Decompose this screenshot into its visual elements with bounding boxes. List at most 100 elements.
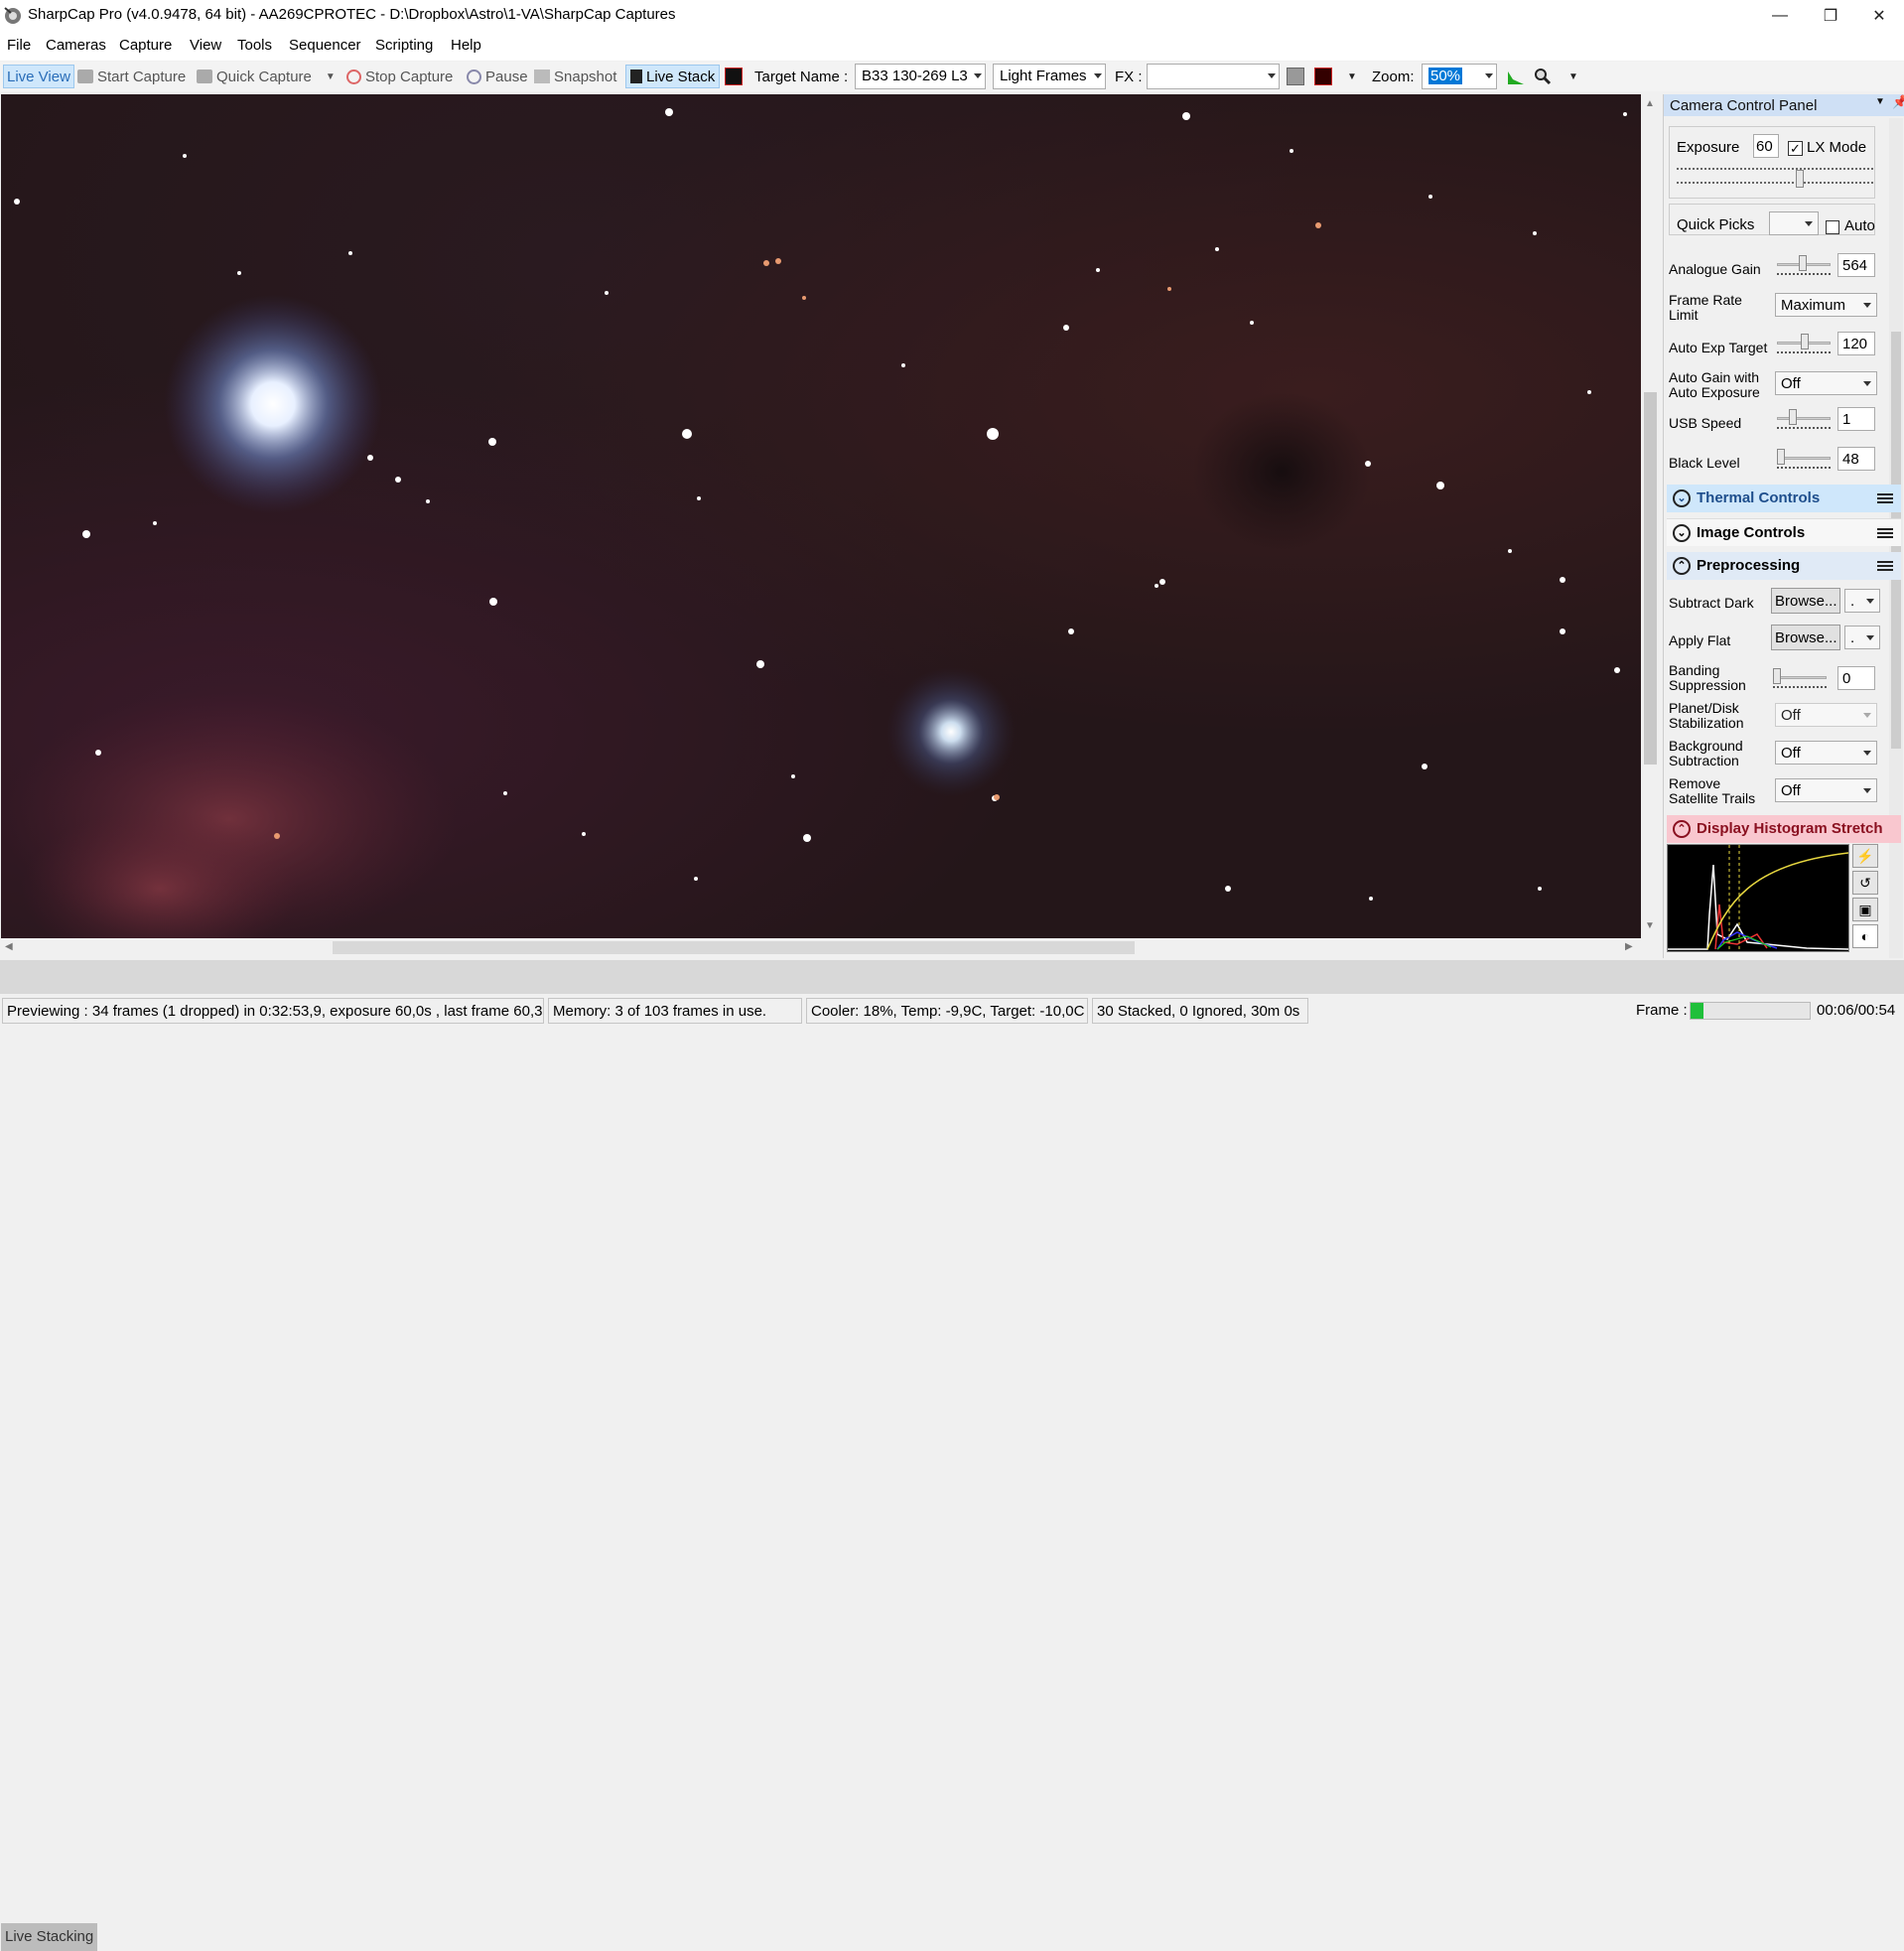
satellite-select[interactable]: Off bbox=[1775, 778, 1877, 802]
save-icon[interactable]: ▣ bbox=[1852, 898, 1878, 921]
start-capture-button[interactable]: Start Capture bbox=[77, 65, 186, 88]
bg-sub-select[interactable]: Off bbox=[1775, 741, 1877, 765]
live-stack-label: Live Stack bbox=[646, 68, 716, 85]
horizontal-scroll-thumb[interactable] bbox=[333, 941, 1135, 954]
menu-view[interactable]: View bbox=[190, 37, 221, 54]
target-name-label: Target Name : bbox=[754, 68, 849, 85]
pin-icon[interactable]: 📌 bbox=[1892, 94, 1904, 110]
menu-help[interactable]: Help bbox=[451, 37, 481, 54]
analogue-gain-label: Analogue Gain bbox=[1669, 261, 1761, 277]
live-stack-button[interactable]: Live Stack bbox=[625, 65, 721, 88]
auto-exp-target-input[interactable]: 120 bbox=[1837, 332, 1875, 355]
thermal-controls-section[interactable]: ⌄ Thermal Controls bbox=[1667, 485, 1901, 512]
auto-checkbox[interactable] bbox=[1826, 220, 1839, 234]
fx-combo[interactable] bbox=[1147, 64, 1280, 89]
vertical-scrollbar[interactable]: ▲ ▼ bbox=[1641, 94, 1660, 938]
usb-speed-input[interactable]: 1 bbox=[1837, 407, 1875, 431]
menu-scripting[interactable]: Scripting bbox=[375, 37, 433, 54]
menu-icon[interactable] bbox=[1877, 493, 1893, 503]
subtract-dark-value: . bbox=[1850, 593, 1855, 610]
menu-icon[interactable] bbox=[1877, 561, 1893, 571]
subtract-dark-label: Subtract Dark bbox=[1669, 595, 1754, 611]
target-name-combo[interactable]: B33 130-269 L3 bbox=[855, 64, 986, 89]
lx-mode-checkbox[interactable]: ✓ bbox=[1788, 141, 1803, 156]
auto-gain-value: Off bbox=[1781, 375, 1801, 392]
reticle-button[interactable] bbox=[725, 65, 747, 88]
lightning-icon[interactable]: ⚡ bbox=[1852, 844, 1878, 868]
menu-tools[interactable]: Tools bbox=[237, 37, 272, 54]
scroll-up-icon[interactable]: ▲ bbox=[1645, 98, 1655, 109]
banding-slider[interactable] bbox=[1773, 666, 1827, 690]
analogue-gain-slider[interactable] bbox=[1777, 253, 1831, 277]
usb-speed-slider[interactable] bbox=[1777, 407, 1831, 431]
frame-rate-select[interactable]: Maximum bbox=[1775, 293, 1877, 317]
zoom-combo[interactable]: 50% bbox=[1422, 64, 1497, 89]
black-level-label: Black Level bbox=[1669, 455, 1740, 471]
histogram-stretch-label: Display Histogram Stretch bbox=[1697, 820, 1883, 837]
chevron-down-icon[interactable]: ▼ bbox=[1568, 65, 1578, 88]
pause-label: Pause bbox=[485, 68, 528, 85]
banding-input[interactable]: 0 bbox=[1837, 666, 1875, 690]
auto-exp-target-slider[interactable] bbox=[1777, 332, 1831, 355]
histogram-stretch-section[interactable]: ⌃ Display Histogram Stretch bbox=[1667, 815, 1901, 843]
subtract-dark-select[interactable]: . bbox=[1844, 589, 1880, 613]
exposure-input[interactable]: 60 bbox=[1753, 134, 1779, 158]
snapshot-button[interactable]: Snapshot bbox=[534, 65, 616, 88]
camera-icon bbox=[77, 70, 93, 83]
chevron-down-icon bbox=[1805, 221, 1813, 226]
preprocessing-label: Preprocessing bbox=[1697, 557, 1801, 574]
fx-label: FX : bbox=[1115, 68, 1143, 85]
close-button[interactable]: ✕ bbox=[1856, 0, 1902, 31]
analogue-gain-input[interactable]: 564 bbox=[1837, 253, 1875, 277]
lx-mode-label: LX Mode bbox=[1807, 139, 1867, 156]
live-stacking-tab[interactable]: Live Stacking bbox=[1, 1923, 98, 1951]
auto-gain-select[interactable]: Off bbox=[1775, 371, 1877, 395]
reset-icon[interactable]: ↺ bbox=[1852, 871, 1878, 895]
image-controls-section[interactable]: ⌄ Image Controls bbox=[1667, 518, 1901, 546]
pause-button[interactable]: Pause bbox=[467, 65, 528, 88]
chevron-down-icon[interactable]: ▼ bbox=[1875, 96, 1885, 107]
scroll-down-icon[interactable]: ▼ bbox=[1645, 920, 1655, 931]
scroll-right-icon[interactable]: ▶ bbox=[1625, 941, 1633, 952]
contrast-icon[interactable]: ◐ bbox=[1852, 924, 1878, 948]
satellite-value: Off bbox=[1781, 782, 1801, 799]
panel-title: Camera Control Panel bbox=[1670, 97, 1818, 114]
live-view-button[interactable]: Live View bbox=[3, 65, 74, 88]
live-stack-icon bbox=[630, 70, 642, 83]
quick-capture-button[interactable]: Quick Capture ▼ bbox=[197, 65, 336, 88]
quick-picks-select[interactable] bbox=[1769, 211, 1819, 235]
mask-button[interactable] bbox=[1287, 65, 1308, 88]
menu-capture[interactable]: Capture bbox=[119, 37, 172, 54]
black-level-input[interactable]: 48 bbox=[1837, 447, 1875, 471]
chevron-down-icon bbox=[1863, 713, 1871, 718]
zoom-tool-button[interactable] bbox=[1534, 65, 1552, 88]
horizontal-scrollbar[interactable]: ◀ ▶ bbox=[1, 938, 1641, 957]
chevron-down-icon[interactable]: ▼ bbox=[326, 71, 336, 82]
histogram-button[interactable] bbox=[1507, 65, 1525, 88]
menu-cameras[interactable]: Cameras bbox=[46, 37, 106, 54]
histogram-display[interactable] bbox=[1667, 844, 1849, 952]
quick-picks-label: Quick Picks bbox=[1677, 216, 1755, 233]
auto-exp-target-label: Auto Exp Target bbox=[1669, 340, 1768, 355]
apply-flat-select[interactable]: . bbox=[1844, 626, 1880, 649]
black-level-slider[interactable] bbox=[1777, 447, 1831, 471]
expand-icon: ⌄ bbox=[1673, 524, 1691, 542]
restore-button[interactable]: ❐ bbox=[1808, 0, 1853, 31]
exposure-slider-thumb[interactable] bbox=[1796, 170, 1804, 188]
scroll-left-icon[interactable]: ◀ bbox=[5, 941, 13, 952]
grid-button[interactable] bbox=[1314, 65, 1336, 88]
apply-flat-browse-button[interactable]: Browse... bbox=[1771, 625, 1840, 650]
vertical-scroll-thumb[interactable] bbox=[1644, 392, 1657, 765]
chevron-down-icon bbox=[1863, 788, 1871, 793]
subtract-dark-browse-button[interactable]: Browse... bbox=[1771, 588, 1840, 614]
planet-select[interactable]: Off bbox=[1775, 703, 1877, 727]
chevron-down-icon[interactable]: ▼ bbox=[1347, 65, 1357, 88]
minimize-button[interactable]: — bbox=[1757, 0, 1803, 31]
menu-icon[interactable] bbox=[1877, 528, 1893, 538]
menu-file[interactable]: File bbox=[7, 37, 31, 54]
image-viewer[interactable] bbox=[1, 94, 1641, 938]
preprocessing-section[interactable]: ⌃ Preprocessing bbox=[1667, 552, 1901, 580]
frame-type-combo[interactable]: Light Frames bbox=[993, 64, 1106, 89]
menu-sequencer[interactable]: Sequencer bbox=[289, 37, 361, 54]
stop-capture-button[interactable]: Stop Capture bbox=[346, 65, 453, 88]
